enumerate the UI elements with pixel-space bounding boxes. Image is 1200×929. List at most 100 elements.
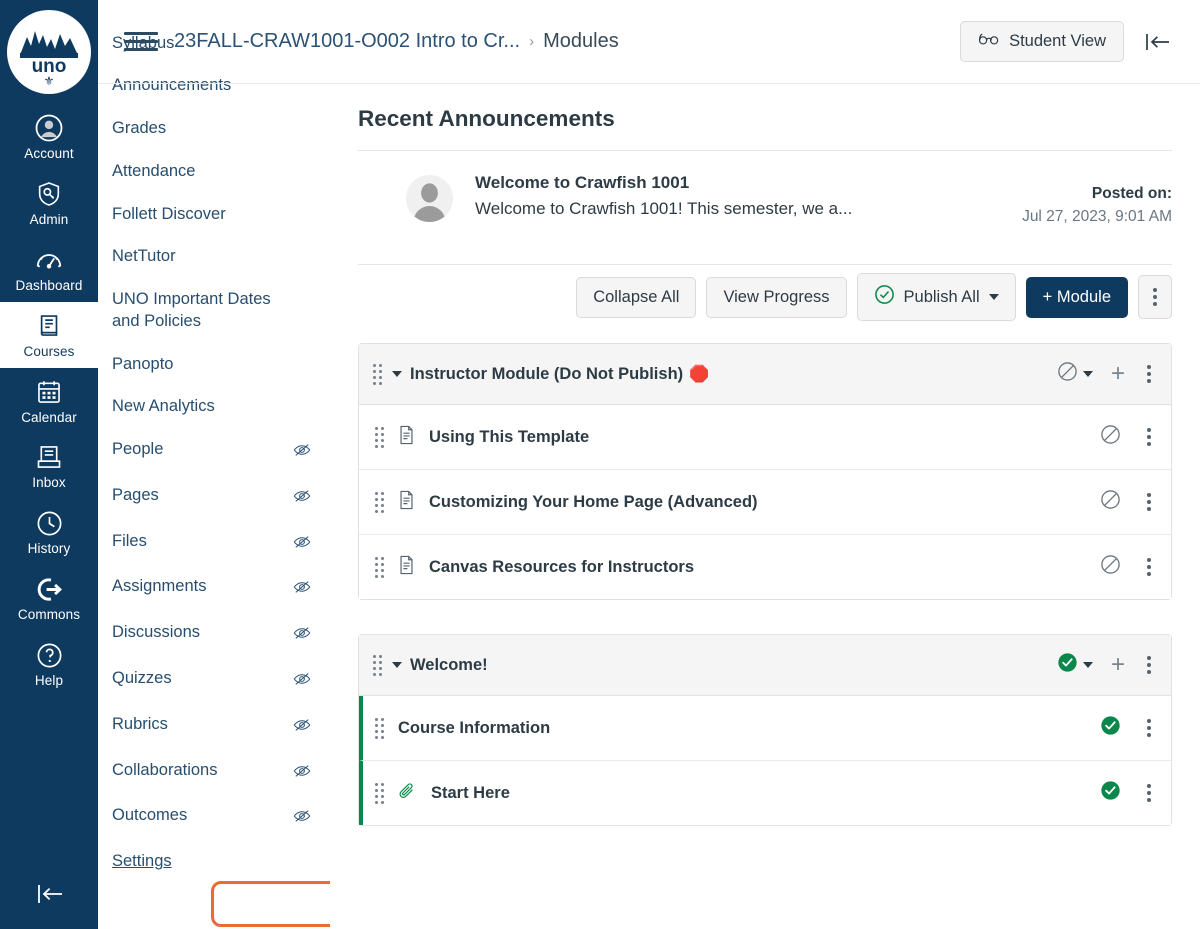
module-kebab-menu-button[interactable] bbox=[1143, 363, 1155, 385]
module-item-row[interactable]: Canvas Resources for Instructors bbox=[359, 535, 1171, 599]
published-check-circle-icon[interactable] bbox=[1100, 715, 1121, 741]
modules-kebab-menu-button[interactable] bbox=[1138, 275, 1172, 319]
global-nav-label: Account bbox=[24, 146, 73, 163]
course-nav-item-pages[interactable]: Pages bbox=[98, 474, 329, 520]
module-item-title[interactable]: Customizing Your Home Page (Advanced) bbox=[429, 493, 758, 512]
module-item-kebab-menu-button[interactable] bbox=[1143, 717, 1155, 739]
global-nav-item-admin[interactable]: Admin bbox=[0, 170, 98, 236]
module-item-title[interactable]: Start Here bbox=[431, 784, 510, 803]
unpublished-circle-slash-icon[interactable] bbox=[1100, 424, 1121, 450]
drag-handle-icon[interactable] bbox=[375, 783, 384, 804]
drag-handle-icon[interactable] bbox=[373, 364, 382, 385]
drag-handle-icon[interactable] bbox=[375, 718, 384, 739]
unpublished-circle-slash-icon[interactable] bbox=[1100, 554, 1121, 580]
add-module-button[interactable]: + Module bbox=[1026, 277, 1128, 318]
global-nav-label: Calendar bbox=[21, 410, 77, 427]
course-nav-label: UNO Important Dates and Policies bbox=[112, 289, 282, 333]
published-check-circle-icon[interactable] bbox=[1100, 780, 1121, 806]
uno-logo[interactable]: uno ⚜ bbox=[7, 10, 91, 94]
eye-slash-hidden-icon bbox=[293, 671, 311, 693]
collapse-all-button[interactable]: Collapse All bbox=[576, 277, 696, 318]
course-nav-item-uno-important-dates-and-policies[interactable]: UNO Important Dates and Policies bbox=[98, 279, 329, 344]
breadcrumb-current-modules[interactable]: Modules bbox=[543, 30, 619, 53]
course-nav-item-files[interactable]: Files bbox=[98, 520, 329, 566]
course-nav-label: Follett Discover bbox=[112, 204, 226, 226]
unpublished-circle-slash-icon bbox=[1057, 361, 1078, 387]
global-nav-item-dashboard[interactable]: Dashboard bbox=[0, 236, 98, 302]
course-nav-item-people[interactable]: People bbox=[98, 429, 329, 475]
course-nav-item-quizzes[interactable]: Quizzes bbox=[98, 657, 329, 703]
module-item-row[interactable]: Course Information bbox=[359, 696, 1171, 761]
publish-all-button[interactable]: Publish All bbox=[857, 273, 1016, 321]
collapse-toggle-icon[interactable] bbox=[392, 662, 402, 668]
page-document-icon bbox=[398, 425, 415, 450]
student-view-button[interactable]: Student View bbox=[960, 21, 1124, 62]
module-header[interactable]: Welcome! + bbox=[359, 635, 1171, 696]
module-publish-status-button[interactable] bbox=[1057, 652, 1093, 678]
course-nav-item-outcomes[interactable]: Outcomes bbox=[98, 795, 329, 841]
global-nav-item-history[interactable]: History bbox=[0, 499, 98, 565]
announcement-row[interactable]: Welcome to Crawfish 1001 Welcome to Craw… bbox=[358, 151, 1172, 246]
eye-slash-hidden-icon bbox=[293, 579, 311, 601]
course-nav-item-nettutor[interactable]: NetTutor bbox=[98, 236, 329, 279]
collapse-toggle-icon[interactable] bbox=[392, 371, 402, 377]
global-nav-collapse-button[interactable] bbox=[0, 881, 98, 907]
module-item-title[interactable]: Using This Template bbox=[429, 428, 589, 447]
drag-handle-icon[interactable] bbox=[373, 655, 382, 676]
course-nav-label: NetTutor bbox=[112, 246, 176, 268]
global-nav-item-help[interactable]: Help bbox=[0, 631, 98, 697]
module-header-actions: + bbox=[1057, 361, 1155, 387]
module-kebab-menu-button[interactable] bbox=[1143, 654, 1155, 676]
module-item-kebab-menu-button[interactable] bbox=[1143, 426, 1155, 448]
module-item-title[interactable]: Canvas Resources for Instructors bbox=[429, 558, 694, 577]
arrow-out-circle-icon bbox=[35, 574, 64, 604]
book-icon bbox=[36, 311, 63, 341]
modules-scroll-region[interactable]: Recent Announcements Welcome to Crawfish… bbox=[330, 84, 1200, 929]
course-nav-item-discussions[interactable]: Discussions bbox=[98, 612, 329, 658]
module-item-row[interactable]: Start Here bbox=[359, 761, 1171, 825]
check-circle-outline-icon bbox=[874, 284, 895, 310]
hamburger-menu-icon[interactable] bbox=[124, 32, 158, 51]
global-nav-item-inbox[interactable]: Inbox bbox=[0, 433, 98, 499]
course-nav-item-collaborations[interactable]: Collaborations bbox=[98, 749, 329, 795]
module-item-actions bbox=[1100, 554, 1155, 580]
announcement-title[interactable]: Welcome to Crawfish 1001 bbox=[475, 173, 852, 193]
module-item-row[interactable]: Using This Template bbox=[359, 405, 1171, 470]
course-nav-item-attendance[interactable]: Attendance bbox=[98, 150, 329, 193]
eye-slash-hidden-icon bbox=[293, 808, 311, 830]
module-item-kebab-menu-button[interactable] bbox=[1143, 556, 1155, 578]
course-nav-item-rubrics[interactable]: Rubrics bbox=[98, 703, 329, 749]
global-nav-item-courses[interactable]: Courses bbox=[0, 302, 98, 368]
global-nav-label: Dashboard bbox=[16, 278, 83, 295]
announcement-text: Welcome to Crawfish 1001 Welcome to Craw… bbox=[475, 173, 852, 219]
module-item-kebab-menu-button[interactable] bbox=[1143, 491, 1155, 513]
course-nav-item-new-analytics[interactable]: New Analytics bbox=[98, 386, 329, 429]
drag-handle-icon[interactable] bbox=[375, 557, 384, 578]
course-nav-item-assignments[interactable]: Assignments bbox=[98, 566, 329, 612]
drag-handle-icon[interactable] bbox=[375, 492, 384, 513]
module-item-kebab-menu-button[interactable] bbox=[1143, 782, 1155, 804]
course-nav-item-panopto[interactable]: Panopto bbox=[98, 343, 329, 386]
content-collapse-button[interactable] bbox=[1140, 30, 1174, 54]
gauge-icon bbox=[34, 245, 64, 275]
add-module-item-button[interactable]: + bbox=[1111, 653, 1125, 677]
global-nav-label: Courses bbox=[24, 344, 75, 361]
drag-handle-icon[interactable] bbox=[375, 427, 384, 448]
module-item-row[interactable]: Customizing Your Home Page (Advanced) bbox=[359, 470, 1171, 535]
global-nav-item-commons[interactable]: Commons bbox=[0, 565, 98, 631]
course-nav-item-follett-discover[interactable]: Follett Discover bbox=[98, 193, 329, 236]
breadcrumb-course-link[interactable]: 23FALL-CRAW1001-O002 Intro to Cr... bbox=[174, 30, 520, 53]
add-module-item-button[interactable]: + bbox=[1111, 362, 1125, 386]
course-nav-item-grades[interactable]: Grades bbox=[98, 108, 329, 151]
unpublished-circle-slash-icon[interactable] bbox=[1100, 489, 1121, 515]
course-nav-item-settings[interactable]: Settings bbox=[98, 841, 329, 884]
course-nav-label: Attendance bbox=[112, 161, 195, 183]
module-header[interactable]: Instructor Module (Do Not Publish) 🛑 + bbox=[359, 344, 1171, 405]
course-nav-label: Grades bbox=[112, 118, 166, 140]
module-publish-status-button[interactable] bbox=[1057, 361, 1093, 387]
view-progress-button[interactable]: View Progress bbox=[706, 277, 846, 318]
global-nav-label: Admin bbox=[30, 212, 69, 229]
module-item-title[interactable]: Course Information bbox=[398, 719, 550, 738]
global-nav-item-account[interactable]: Account bbox=[0, 104, 98, 170]
global-nav-item-calendar[interactable]: Calendar bbox=[0, 368, 98, 434]
